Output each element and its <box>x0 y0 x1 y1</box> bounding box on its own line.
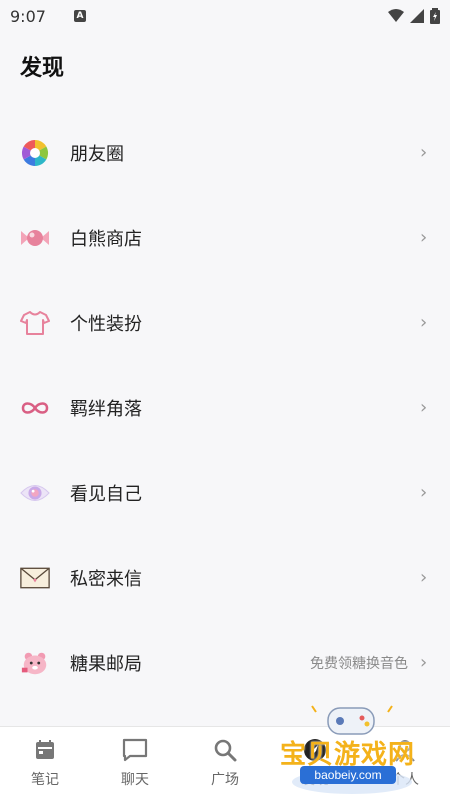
nav-label: 笔记 <box>31 772 59 788</box>
notification-icon: A <box>73 10 86 22</box>
aperture-icon <box>20 138 50 168</box>
signal-icon <box>410 9 424 23</box>
chevron-right-icon: › <box>420 397 428 418</box>
page-title: 发现 <box>20 56 65 81</box>
envelope-icon <box>20 563 50 593</box>
nav-item-square[interactable]: 广场 <box>180 727 270 800</box>
eye-icon <box>20 478 50 508</box>
menu-label: 个性装扮 <box>70 313 142 335</box>
search-icon <box>212 737 238 763</box>
menu-item-self[interactable]: 看见自己 › <box>0 450 450 535</box>
status-bar: 9:07 A <box>0 0 450 32</box>
menu-label: 白熊商店 <box>70 228 142 250</box>
nav-item-chat[interactable]: 聊天 <box>90 727 180 800</box>
nav-label: 广场 <box>211 772 239 788</box>
menu-label: 糖果邮局 <box>70 653 142 675</box>
watermark-url: baobeiy.com <box>300 766 396 784</box>
chevron-right-icon: › <box>420 312 428 333</box>
chat-bubble-icon <box>122 737 148 763</box>
chevron-right-icon: › <box>420 142 428 163</box>
chevron-right-icon: › <box>420 567 428 588</box>
menu-label: 私密来信 <box>70 568 142 590</box>
wifi-icon <box>388 9 404 22</box>
status-time: 9:07 <box>10 6 46 26</box>
infinity-icon <box>20 393 50 423</box>
menu-item-outfit[interactable]: 个性装扮 › <box>0 280 450 365</box>
menu-item-post[interactable]: 糖果邮局 免费领糖换音色 › <box>0 620 450 705</box>
menu-item-moments[interactable]: 朋友圈 › <box>0 110 450 195</box>
menu-item-letters[interactable]: 私密来信 › <box>0 535 450 620</box>
status-icons <box>388 8 440 24</box>
discover-menu: 朋友圈 › 白熊商店 › 个性装扮 › 羁绊角落 › 看见自己 › 私密来信 ›… <box>0 110 450 705</box>
bear-icon <box>20 648 50 678</box>
candy-icon <box>20 223 50 253</box>
watermark: 宝贝游戏网 baobeiy.com <box>272 704 432 796</box>
promo-hint: 免费领糖换音色 <box>310 655 408 672</box>
chevron-right-icon: › <box>420 227 428 248</box>
menu-item-bond[interactable]: 羁绊角落 › <box>0 365 450 450</box>
menu-label: 朋友圈 <box>70 143 124 165</box>
battery-icon <box>430 8 440 24</box>
chevron-right-icon: › <box>420 482 428 503</box>
menu-item-shop[interactable]: 白熊商店 › <box>0 195 450 280</box>
calendar-icon <box>32 737 58 763</box>
chevron-right-icon: › <box>420 652 428 673</box>
tshirt-icon <box>20 308 50 338</box>
nav-item-notes[interactable]: 笔记 <box>0 727 90 800</box>
nav-label: 聊天 <box>121 772 149 788</box>
menu-label: 看见自己 <box>70 483 142 505</box>
menu-label: 羁绊角落 <box>70 398 142 420</box>
